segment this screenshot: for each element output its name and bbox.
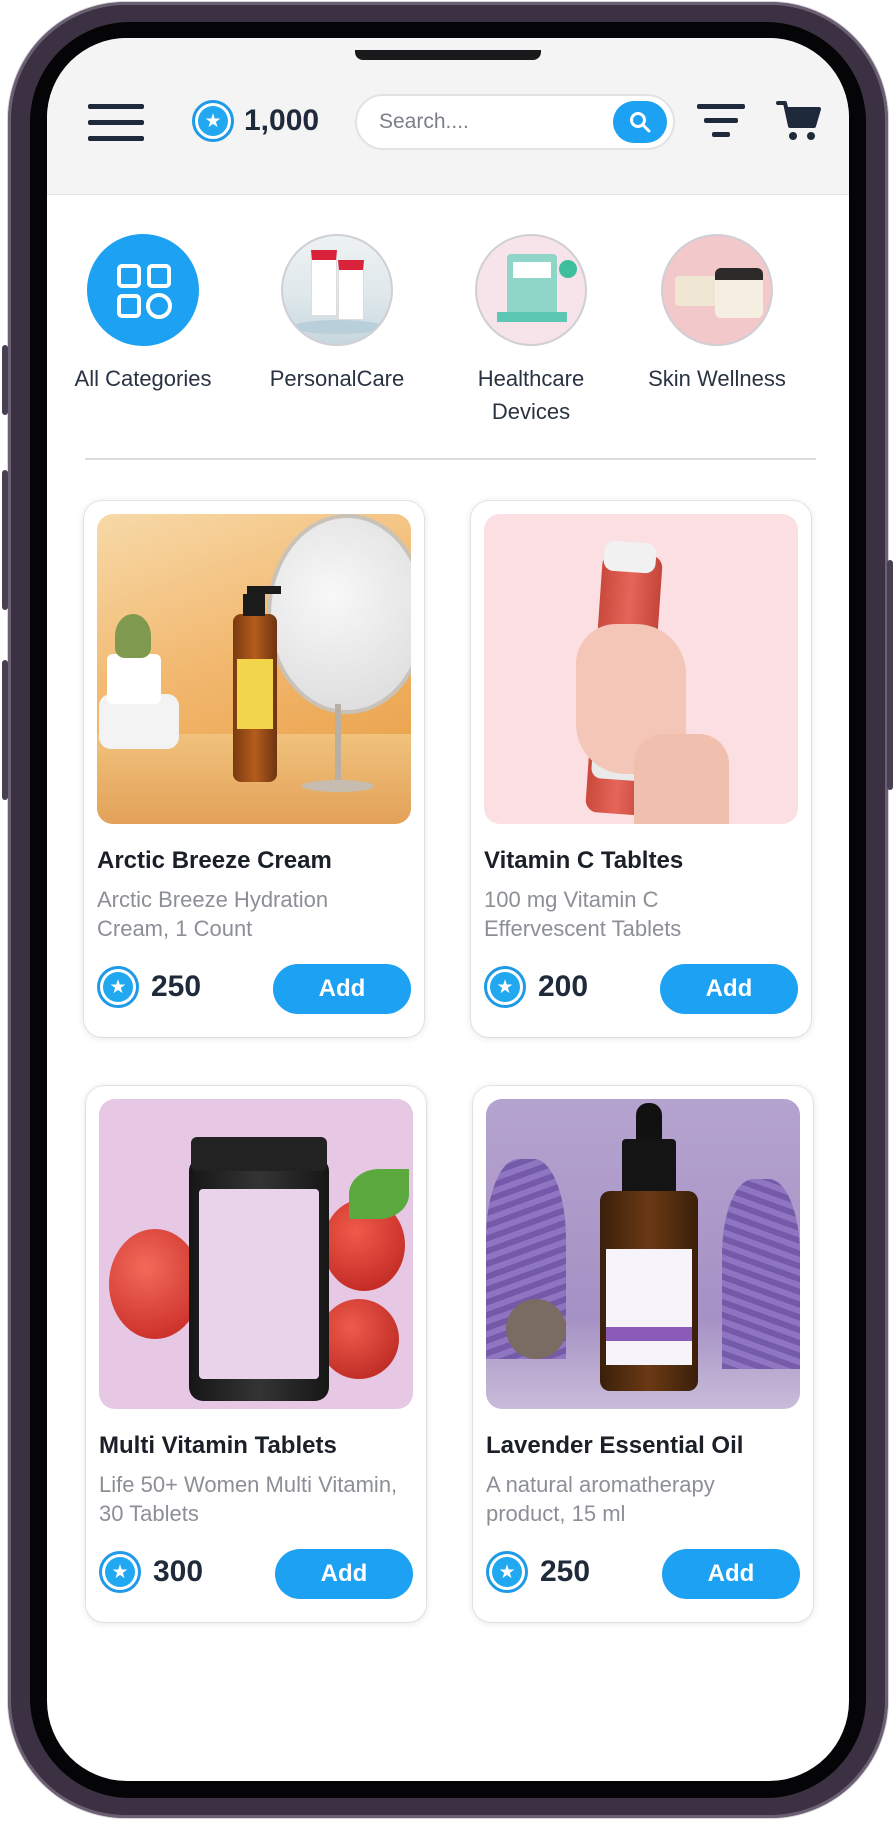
product-card: Arctic Breeze Cream Arctic Breeze Hydrat…: [84, 501, 424, 1037]
product-title: Vitamin C Tabltes: [484, 847, 684, 874]
category-skin-wellness[interactable]: Skin Wellness: [627, 234, 807, 395]
product-image[interactable]: [484, 514, 798, 824]
search-bar: [355, 94, 675, 150]
price-value: 250: [151, 970, 202, 1003]
star-icon: ★: [192, 100, 234, 142]
menu-icon[interactable]: [88, 104, 144, 142]
side-button: [2, 470, 8, 610]
filter-icon[interactable]: [697, 104, 745, 142]
star-icon: ★: [484, 966, 526, 1008]
product-image[interactable]: [486, 1099, 800, 1409]
category-image: [661, 234, 773, 346]
category-image: [475, 234, 587, 346]
side-button: [2, 660, 8, 800]
category-label: All Categories: [74, 366, 212, 391]
product-description: 100 mg Vitamin C Effervescent Tablets: [484, 887, 682, 941]
add-to-cart-button[interactable]: Add: [660, 964, 798, 1014]
product-price: ★ 250: [97, 966, 201, 1008]
points-value: 1,000: [244, 104, 320, 137]
category-image: [281, 234, 393, 346]
product-image[interactable]: [99, 1099, 413, 1409]
side-button: [887, 560, 893, 790]
product-title: Arctic Breeze Cream: [97, 847, 332, 874]
side-button: [2, 345, 8, 415]
product-price: ★ 300: [99, 1551, 203, 1593]
product-description: A natural aromatherapy product, 15 ml: [486, 1472, 715, 1526]
search-icon: [630, 112, 651, 133]
divider: [85, 458, 816, 460]
product-title: Lavender Essential Oil: [486, 1432, 744, 1459]
search-button[interactable]: [613, 101, 667, 143]
category-label: PersonalCare: [269, 366, 405, 391]
product-image[interactable]: [97, 514, 411, 824]
price-value: 250: [540, 1555, 591, 1588]
product-description: Arctic Breeze Hydration Cream, 1 Count: [97, 887, 329, 941]
category-label: Skin Wellness: [648, 366, 786, 391]
category-strip: All Categories PersonalCare Healthcare D…: [47, 234, 849, 424]
grid-icon: [87, 234, 199, 346]
category-label: Healthcare Devices: [477, 366, 585, 424]
search-input[interactable]: [379, 110, 599, 134]
category-healthcare-devices[interactable]: Healthcare Devices: [441, 234, 621, 428]
cart-icon[interactable]: [776, 98, 822, 144]
add-to-cart-button[interactable]: Add: [662, 1549, 800, 1599]
add-to-cart-button[interactable]: Add: [273, 964, 411, 1014]
product-card: Multi Vitamin Tablets Life 50+ Women Mul…: [86, 1086, 426, 1622]
price-value: 300: [153, 1555, 204, 1588]
app-screen: ★ 1,000 Search.... All Categories Person…: [47, 38, 849, 1781]
price-value: 200: [538, 970, 589, 1003]
product-card: Lavender Essential Oil A natural aromath…: [473, 1086, 813, 1622]
product-card: Vitamin C Tabltes 100 mg Vitamin C Effer…: [471, 501, 811, 1037]
star-icon: ★: [99, 1551, 141, 1593]
product-title: Multi Vitamin Tablets: [99, 1432, 337, 1459]
speaker-notch: [355, 50, 541, 60]
product-price: ★ 200: [484, 966, 588, 1008]
points-balance: ★ 1,000: [192, 100, 319, 142]
add-to-cart-button[interactable]: Add: [275, 1549, 413, 1599]
star-icon: ★: [486, 1551, 528, 1593]
category-all[interactable]: All Categories: [53, 234, 233, 395]
product-description: Life 50+ Women Multi Vitamin, 30 Tablets: [99, 1472, 398, 1526]
product-price: ★ 250: [486, 1551, 590, 1593]
top-bar: ★ 1,000: [47, 38, 849, 195]
category-personalcare[interactable]: PersonalCare: [247, 234, 427, 395]
star-icon: ★: [97, 966, 139, 1008]
